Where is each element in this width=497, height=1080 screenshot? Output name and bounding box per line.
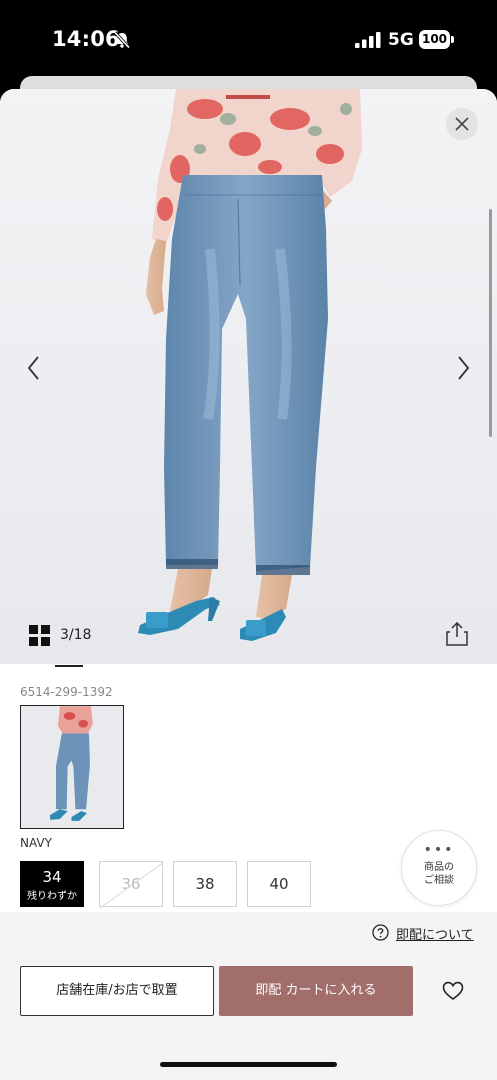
question-circle-icon[interactable] [372, 924, 389, 941]
store-stock-button[interactable]: 店舗在庫/お店で取置 [20, 966, 214, 1016]
stock-note: 残りわずか [27, 891, 77, 902]
size-label: 38 [195, 875, 215, 893]
heart-icon[interactable] [442, 981, 464, 1001]
size-36-button[interactable]: 36 [99, 861, 164, 908]
grid-icon[interactable] [29, 625, 50, 646]
battery-level: 100 [419, 30, 450, 49]
battery-icon: 100 [419, 30, 454, 49]
size-40-button[interactable]: 40 [247, 861, 311, 907]
color-name: NAVY [20, 836, 52, 850]
more-dots-icon: ••• [423, 842, 455, 858]
size-label: 40 [269, 875, 289, 893]
thumbnail-image [50, 706, 93, 821]
network-label: 5G [388, 30, 414, 50]
action-panel: 即配について 店舗在庫/お店で取置 即配 カートに入れる [0, 912, 497, 1080]
close-button[interactable] [446, 108, 478, 140]
close-icon [455, 117, 469, 131]
chevron-right-icon[interactable] [451, 351, 475, 385]
consult-button[interactable]: ••• 商品の ご相談 [401, 830, 477, 906]
size-34-button[interactable]: 34 残りわずか [20, 861, 84, 907]
status-time: 14:06 [52, 27, 120, 51]
status-bar: 14:06 5G 100 [0, 0, 497, 80]
size-label: 34 [42, 868, 62, 886]
add-to-cart-button[interactable]: 即配 カートに入れる [219, 966, 413, 1016]
color-thumbnail[interactable] [20, 705, 124, 829]
bell-slash-icon [113, 31, 131, 49]
share-icon[interactable] [446, 622, 468, 646]
home-indicator [160, 1062, 337, 1067]
image-tab-indicator [55, 665, 83, 667]
battery-tip [451, 36, 454, 43]
product-code: 6514-299-1392 [20, 685, 113, 699]
sold-out-strike [100, 862, 164, 908]
product-photo [138, 89, 362, 641]
consult-label-2: ご相談 [424, 875, 454, 886]
image-gallery[interactable]: 3/18 [0, 89, 497, 664]
chevron-left-icon[interactable] [22, 351, 46, 385]
scroll-indicator [489, 209, 492, 437]
signal-icon [355, 32, 381, 48]
product-sheet: 3/18 6514-299-1392 NAVY 34 残りわずか 36 38 4… [0, 89, 497, 1080]
page-counter: 3/18 [60, 627, 92, 643]
size-38-button[interactable]: 38 [173, 861, 237, 907]
consult-label-1: 商品の [424, 862, 454, 873]
delivery-info-link[interactable]: 即配について [396, 924, 474, 943]
